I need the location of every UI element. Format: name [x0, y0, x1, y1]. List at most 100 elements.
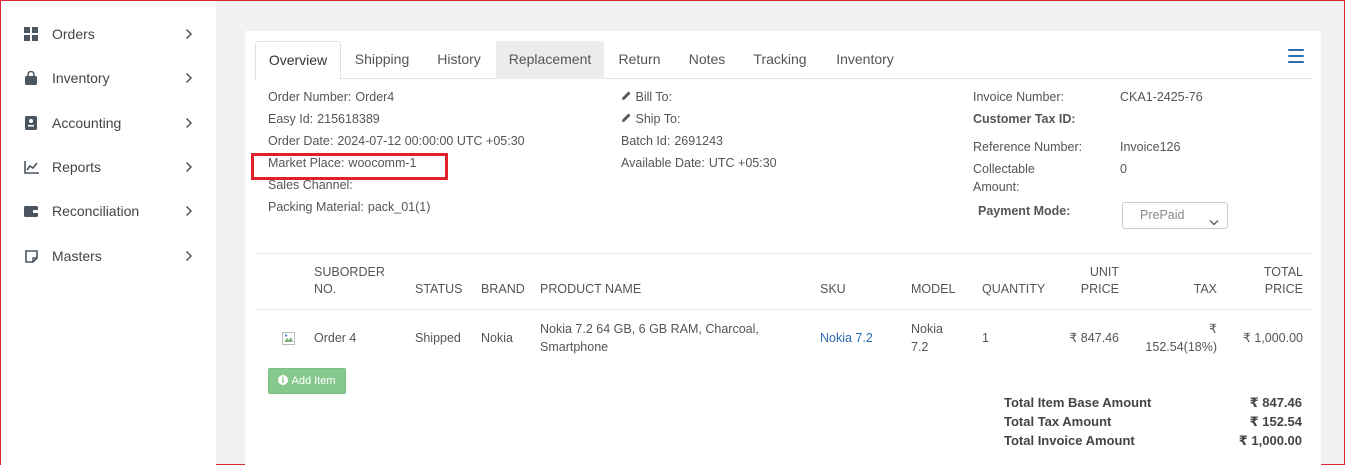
tab-overview[interactable]: Overview: [255, 41, 341, 80]
header-suborder: SUBORDER NO.: [314, 264, 385, 298]
sidebar-item-accounting[interactable]: Accounting: [1, 108, 216, 138]
tab-history[interactable]: History: [423, 41, 495, 79]
collectable-label-line2: Amount:: [973, 180, 1020, 194]
grid-icon: [23, 26, 39, 42]
tab-return[interactable]: Return: [604, 41, 675, 79]
sidebar-item-inventory[interactable]: Inventory: [1, 63, 216, 93]
tab-notes[interactable]: Notes: [675, 41, 739, 79]
sales-channel-label: Sales Channel:: [268, 178, 353, 192]
bag-icon: [23, 70, 39, 86]
ship-to-label: Ship To:: [635, 112, 681, 126]
order-number-row: Order Number: Order4: [268, 90, 394, 104]
add-item-button[interactable]: Add Item: [268, 368, 346, 394]
easy-id-row: Easy Id: 215618389: [268, 112, 380, 126]
model-line2: 7.2: [911, 340, 929, 354]
chart-icon: [23, 159, 39, 175]
order-date-value: 2024-07-12 00:00:00 UTC +05:30: [337, 134, 525, 148]
total-invoice-label: Total Invoice Amount: [1004, 433, 1135, 448]
cell-product-name: Nokia 7.2 64 GB, 6 GB RAM, Charcoal, Sma…: [540, 320, 759, 356]
easy-id-label: Easy Id:: [268, 112, 314, 126]
batch-id-label: Batch Id:: [621, 134, 671, 148]
total-base-label: Total Item Base Amount: [1004, 395, 1152, 410]
tax-line2: 152.54(18%): [1145, 340, 1217, 354]
bill-to-label: Bill To:: [635, 90, 673, 104]
header-sku: SKU: [820, 282, 846, 296]
sidebar: Orders Inventory Accounting Reports Reco…: [1, 1, 216, 465]
cell-total-price: ₹ 1,000.00: [1242, 331, 1303, 345]
chevron-right-icon: [185, 204, 195, 218]
sidebar-item-label: Orders: [52, 26, 95, 42]
chevron-right-icon: [185, 71, 195, 85]
chevron-down-icon: [1209, 211, 1219, 226]
cell-unit-price: ₹ 847.46: [1069, 331, 1119, 345]
section-divider: [255, 253, 1312, 254]
available-date-value: UTC +05:30: [708, 156, 777, 170]
header-unit-price-line2: PRICE: [1080, 282, 1119, 296]
highlight-box: [251, 153, 448, 180]
available-date-row: Available Date: UTC +05:30: [621, 156, 777, 170]
chevron-right-icon: [185, 160, 195, 174]
sidebar-item-reports[interactable]: Reports: [1, 152, 216, 182]
batch-id-row: Batch Id: 2691243: [621, 134, 723, 148]
payment-mode-select[interactable]: PrePaid: [1122, 202, 1228, 229]
header-total-price: TOTAL PRICE: [1253, 264, 1303, 298]
cell-model: Nokia 7.2: [911, 320, 943, 356]
header-quantity: QUANTITY: [982, 282, 1046, 296]
sidebar-item-reconciliation[interactable]: Reconciliation: [1, 196, 216, 226]
pencil-icon[interactable]: [621, 90, 632, 104]
packing-material-label: Packing Material:: [268, 200, 364, 214]
cell-quantity: 1: [982, 331, 989, 345]
order-number-value: Order4: [355, 90, 395, 104]
header-unit-price: UNIT PRICE: [1069, 264, 1119, 298]
chevron-right-icon: [185, 116, 195, 130]
reference-number-label: Reference Number:: [973, 140, 1083, 154]
collectable-value: 0: [1120, 162, 1127, 176]
sidebar-item-label: Masters: [52, 248, 102, 264]
header-total-price-line2: PRICE: [1264, 282, 1303, 296]
order-date-row: Order Date: 2024-07-12 00:00:00 UTC +05:3…: [268, 134, 525, 148]
payment-mode-label: Payment Mode:: [978, 204, 1071, 218]
chevron-right-icon: [185, 27, 195, 41]
batch-id-value: 2691243: [674, 134, 724, 148]
header-status: STATUS: [415, 282, 463, 296]
collectable-label-line1: Collectable: [973, 162, 1035, 176]
sidebar-item-orders[interactable]: Orders: [1, 19, 216, 49]
model-line1: Nokia: [911, 322, 943, 336]
cell-sku-link[interactable]: Nokia 7.2: [820, 329, 873, 347]
header-suborder-line2: NO.: [314, 282, 337, 296]
total-invoice-value: ₹ 1,000.00: [1238, 433, 1302, 448]
menu-icon[interactable]: [1288, 49, 1304, 63]
easy-id-value: 215618389: [317, 112, 380, 126]
info-icon: [278, 374, 289, 388]
cell-brand: Nokia: [481, 331, 513, 345]
tab-shipping[interactable]: Shipping: [341, 41, 423, 79]
invoice-number-label: Invoice Number:: [973, 90, 1065, 104]
header-model: MODEL: [911, 282, 956, 296]
customer-tax-id-label: Customer Tax ID:: [973, 112, 1076, 126]
tab-tracking[interactable]: Tracking: [739, 41, 821, 79]
cell-suborder: Order 4: [314, 331, 357, 345]
tax-line1: ₹: [1209, 322, 1217, 336]
ship-to-row: Ship To:: [621, 112, 680, 126]
order-number-label: Order Number:: [268, 90, 352, 104]
tab-replacement[interactable]: Replacement: [496, 41, 604, 79]
sales-channel-row: Sales Channel:: [268, 178, 353, 192]
header-product-name: PRODUCT NAME: [540, 282, 642, 296]
chevron-right-icon: [185, 249, 195, 263]
tab-inventory[interactable]: Inventory: [821, 41, 909, 79]
header-brand: BRAND: [481, 282, 525, 296]
table-header-divider: [255, 309, 1312, 310]
sidebar-item-masters[interactable]: Masters: [1, 241, 216, 271]
packing-material-row: Packing Material: pack_01(1): [268, 200, 430, 214]
cell-tax: ₹ 152.54(18%): [1131, 320, 1217, 356]
note-icon: [23, 248, 39, 264]
available-date-label: Available Date:: [621, 156, 705, 170]
sidebar-item-label: Accounting: [52, 115, 122, 131]
order-date-label: Order Date:: [268, 134, 334, 148]
total-base-value: ₹ 847.46: [1249, 395, 1302, 410]
sidebar-item-label: Reconciliation: [52, 203, 140, 219]
tab-bar: Overview Shipping History Replacement Re…: [255, 41, 1312, 80]
pencil-icon[interactable]: [621, 112, 632, 126]
ledger-icon: [23, 115, 39, 131]
cell-status: Shipped: [415, 331, 461, 345]
